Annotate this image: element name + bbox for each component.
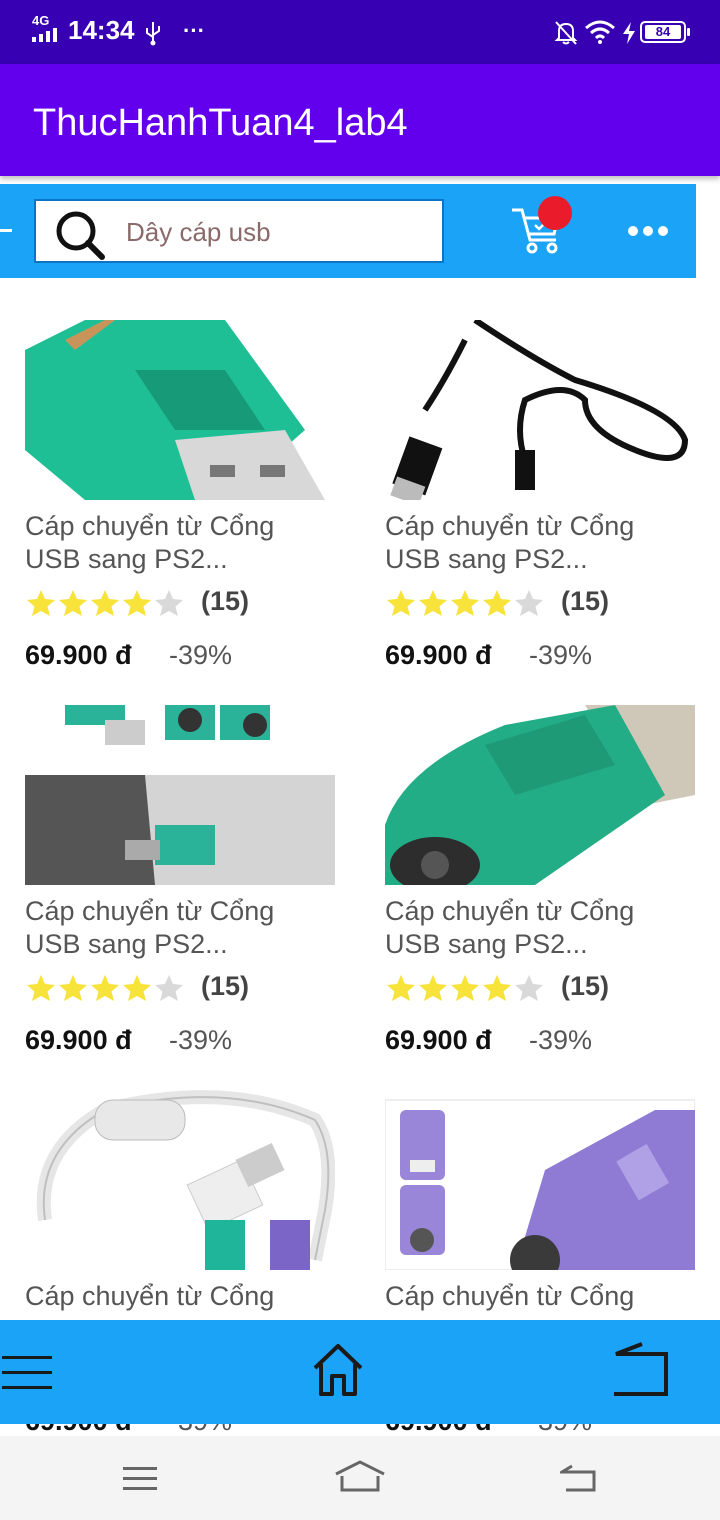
star-filled-icon [483, 975, 511, 1001]
product-name-line2: USB sang PS2... [385, 929, 588, 959]
search-header: Dây cáp usb [0, 184, 696, 278]
product-card[interactable]: Cáp chuyển từ Cổng USB sang PS2... (15) … [385, 705, 695, 1065]
product-price: 69.900 đ [25, 640, 132, 670]
product-name-line1: Cáp chuyển từ Cổng [385, 511, 635, 541]
product-image [385, 705, 695, 885]
product-name-line1: Cáp chuyển từ Cổng [385, 1281, 635, 1311]
product-name: Cáp chuyển từ Cổng USB sang PS2... [25, 510, 345, 576]
star-filled-icon [451, 590, 479, 616]
back-icon[interactable] [560, 1464, 598, 1494]
search-icon [56, 211, 105, 260]
rating-stars [385, 973, 545, 1003]
product-card[interactable]: Cáp chuyển từ Cổng USB sang PS2... (15) … [25, 320, 335, 680]
product-name-line1: Cáp chuyển từ Cổng [25, 1281, 275, 1311]
product-image [385, 320, 695, 500]
star-filled-icon [451, 975, 479, 1001]
product-name: Cáp chuyển từ Cổng USB sang PS2... [385, 510, 705, 576]
product-price: 69.900 đ [25, 1025, 132, 1055]
charging-icon [623, 22, 635, 44]
product-name-line1: Cáp chuyển từ Cổng [25, 511, 275, 541]
star-filled-icon [419, 590, 447, 616]
product-name: Cáp chuyển từ Cổng [25, 1280, 345, 1313]
product-price: 69.900 đ [385, 640, 492, 670]
usb-icon [146, 22, 160, 46]
product-image [25, 320, 335, 500]
product-price: 69.900 đ [25, 1424, 132, 1436]
signal-icon [32, 28, 57, 42]
discount-label: -39% [169, 640, 233, 670]
star-filled-icon [123, 590, 151, 616]
review-count: (15) [561, 586, 610, 616]
status-bar: 4G 14:34 ··· 84 [0, 0, 720, 64]
product-card[interactable]: Cáp chuyển từ Cổng USB sang PS2... (15) … [385, 320, 695, 680]
star-filled-icon [59, 590, 87, 616]
product-price: 69.900 đ [385, 1025, 492, 1055]
back-icon[interactable] [610, 1342, 670, 1398]
star-empty-icon [515, 975, 543, 1001]
discount-label: -39% [529, 1025, 593, 1055]
app-bar: ThucHanhTuan4_lab4 [0, 64, 720, 176]
star-filled-icon [91, 590, 119, 616]
product-name-line2: USB sang PS2... [25, 929, 228, 959]
back-arrow-icon[interactable] [0, 229, 12, 232]
product-name-line2: USB sang PS2... [25, 544, 228, 574]
star-empty-icon [515, 590, 543, 616]
star-filled-icon [27, 590, 55, 616]
star-filled-icon [387, 590, 415, 616]
home-icon[interactable] [310, 1342, 366, 1398]
star-filled-icon [123, 975, 151, 1001]
discount-label: -39% [529, 1424, 592, 1436]
menu-icon[interactable] [2, 1354, 52, 1392]
product-image [25, 705, 335, 885]
product-card[interactable]: Cáp chuyển từ Cổng USB sang PS2... (15) … [25, 705, 335, 1065]
rating-stars [25, 973, 185, 1003]
product-name-line1: Cáp chuyển từ Cổng [385, 896, 635, 926]
product-name-line1: Cáp chuyển từ Cổng [25, 896, 275, 926]
rating-stars [25, 588, 185, 618]
product-image [385, 1090, 695, 1270]
cart-button[interactable] [508, 196, 572, 258]
product-name-line2: USB sang PS2... [385, 544, 588, 574]
star-filled-icon [387, 975, 415, 1001]
notification-overflow: ··· [183, 18, 205, 43]
discount-label: -39% [169, 1424, 232, 1436]
partially-hidden-prices: 69.900 đ -39% 69.900 đ -39% [0, 1424, 720, 1436]
system-navigation-bar [0, 1436, 720, 1520]
bottom-navigation [0, 1320, 720, 1424]
app-title: ThucHanhTuan4_lab4 [33, 102, 408, 144]
review-count: (15) [561, 971, 610, 1001]
product-price: 69.900 đ [385, 1424, 492, 1436]
search-input[interactable]: Dây cáp usb [34, 199, 444, 263]
mute-icon [554, 21, 578, 45]
rating-stars [385, 588, 545, 618]
star-filled-icon [27, 975, 55, 1001]
discount-label: -39% [529, 640, 593, 670]
star-filled-icon [59, 975, 87, 1001]
battery-icon: 84 [640, 21, 690, 43]
search-placeholder: Dây cáp usb [126, 217, 271, 247]
network-type: 4G [32, 13, 50, 28]
product-name: Cáp chuyển từ Cổng [385, 1280, 705, 1313]
star-empty-icon [155, 975, 183, 1001]
wifi-icon [585, 20, 615, 44]
star-filled-icon [483, 590, 511, 616]
star-empty-icon [155, 590, 183, 616]
more-options-icon[interactable] [626, 224, 670, 238]
product-name: Cáp chuyển từ Cổng USB sang PS2... [385, 895, 705, 961]
clock: 14:34 [68, 15, 135, 45]
star-filled-icon [91, 975, 119, 1001]
product-name: Cáp chuyển từ Cổng USB sang PS2... [25, 895, 345, 961]
review-count: (15) [201, 971, 250, 1001]
star-filled-icon [419, 975, 447, 1001]
battery-level: 84 [645, 25, 681, 39]
discount-label: -39% [169, 1025, 233, 1055]
recents-icon[interactable] [123, 1466, 157, 1492]
review-count: (15) [201, 586, 250, 616]
product-image [25, 1090, 335, 1270]
cart-badge [538, 196, 572, 230]
home-icon[interactable] [334, 1460, 386, 1494]
